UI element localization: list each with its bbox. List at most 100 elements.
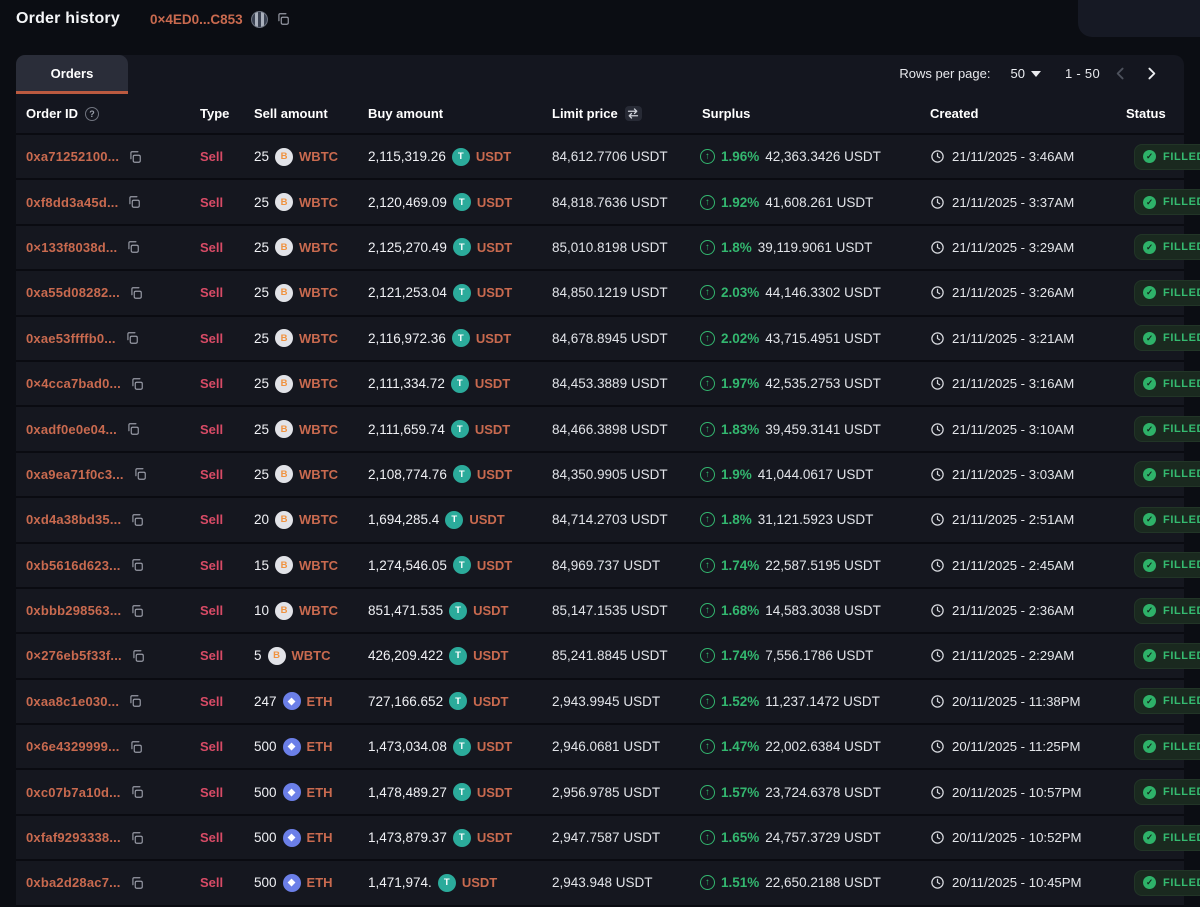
buy-token-symbol[interactable]: USDT bbox=[477, 739, 512, 754]
buy-token-symbol[interactable]: USDT bbox=[477, 240, 512, 255]
copy-order-id-button[interactable] bbox=[130, 558, 144, 572]
order-id-link[interactable]: 0xadf0e0e04... bbox=[26, 422, 117, 437]
copy-order-id-button[interactable] bbox=[130, 876, 144, 890]
copy-order-id-button[interactable] bbox=[126, 240, 140, 254]
buy-value: 1,694,285.4 bbox=[368, 512, 439, 527]
copy-order-id-button[interactable] bbox=[130, 513, 144, 527]
order-id-link[interactable]: 0×276eb5f33f... bbox=[26, 648, 122, 663]
copy-address-button[interactable] bbox=[276, 12, 290, 26]
sell-token-symbol[interactable]: WBTC bbox=[299, 376, 338, 391]
sell-token-symbol[interactable]: WBTC bbox=[299, 512, 338, 527]
sell-token-symbol[interactable]: ETH bbox=[307, 739, 333, 754]
sell-token-symbol[interactable]: WBTC bbox=[299, 195, 338, 210]
buy-token-symbol[interactable]: USDT bbox=[477, 285, 512, 300]
sell-token-icon-wbtc: B bbox=[268, 647, 286, 665]
buy-token-symbol[interactable]: USDT bbox=[475, 376, 510, 391]
clock-icon bbox=[930, 739, 945, 754]
buy-token-symbol[interactable]: USDT bbox=[477, 830, 512, 845]
copy-order-id-button[interactable] bbox=[128, 694, 142, 708]
buy-token-symbol[interactable]: USDT bbox=[469, 512, 504, 527]
order-id-link[interactable]: 0xae53ffffb0... bbox=[26, 331, 116, 346]
owner-address-link[interactable]: 0×4ED0...C853 bbox=[150, 12, 243, 27]
surplus-value: 11,237.1472 USDT bbox=[765, 694, 880, 709]
copy-order-id-button[interactable] bbox=[127, 195, 141, 209]
copy-order-id-button[interactable] bbox=[126, 422, 140, 436]
copy-order-id-button[interactable] bbox=[130, 377, 144, 391]
limit-price: 85,241.8845 USDT bbox=[552, 648, 668, 663]
buy-token-symbol[interactable]: USDT bbox=[473, 694, 508, 709]
sell-token-symbol[interactable]: WBTC bbox=[299, 558, 338, 573]
order-id-link[interactable]: 0×4cca7bad0... bbox=[26, 376, 121, 391]
order-id-link[interactable]: 0xba2d28ac7... bbox=[26, 875, 121, 890]
help-icon[interactable] bbox=[85, 107, 99, 121]
buy-token-symbol[interactable]: USDT bbox=[462, 875, 497, 890]
copy-icon bbox=[130, 513, 144, 527]
buy-token-symbol[interactable]: USDT bbox=[475, 422, 510, 437]
buy-token-symbol[interactable]: USDT bbox=[476, 331, 511, 346]
copy-icon bbox=[130, 876, 144, 890]
order-id-link[interactable]: 0×6e4329999... bbox=[26, 739, 120, 754]
surplus-up-icon bbox=[700, 285, 715, 300]
order-id-link[interactable]: 0xaa8c1e030... bbox=[26, 694, 119, 709]
sell-token-symbol[interactable]: WBTC bbox=[299, 422, 338, 437]
sell-token-symbol[interactable]: WBTC bbox=[299, 331, 338, 346]
rows-per-page-select[interactable]: 50 bbox=[1004, 65, 1046, 82]
sell-token-icon-eth: ◆ bbox=[283, 738, 301, 756]
buy-token-symbol[interactable]: USDT bbox=[473, 603, 508, 618]
order-type: Sell bbox=[200, 648, 223, 663]
tab-orders[interactable]: Orders bbox=[16, 55, 128, 92]
copy-order-id-button[interactable] bbox=[125, 331, 139, 345]
order-id-link[interactable]: 0xc07b7a10d... bbox=[26, 785, 121, 800]
copy-order-id-button[interactable] bbox=[130, 785, 144, 799]
copy-order-id-button[interactable] bbox=[131, 649, 145, 663]
order-id-link[interactable]: 0xa9ea71f0c3... bbox=[26, 467, 124, 482]
buy-token-symbol[interactable]: USDT bbox=[477, 195, 512, 210]
buy-token-icon-usdt: T bbox=[438, 874, 456, 892]
buy-token-symbol[interactable]: USDT bbox=[477, 467, 512, 482]
sell-token-symbol[interactable]: ETH bbox=[307, 830, 333, 845]
copy-order-id-button[interactable] bbox=[130, 604, 144, 618]
buy-token-symbol[interactable]: USDT bbox=[477, 785, 512, 800]
buy-value: 727,166.652 bbox=[368, 694, 443, 709]
table-row: 0×4cca7bad0... Sell 25 B WBTC 2,111,334.… bbox=[16, 362, 1184, 407]
order-id-link[interactable]: 0xd4a38bd35... bbox=[26, 512, 121, 527]
sell-token-symbol[interactable]: WBTC bbox=[299, 285, 338, 300]
order-id-link[interactable]: 0xbbb298563... bbox=[26, 603, 121, 618]
prev-page-button[interactable] bbox=[1110, 63, 1131, 84]
tab-strip: Orders Rows per page: 50 1 - 50 bbox=[16, 55, 1184, 92]
sell-token-symbol[interactable]: ETH bbox=[307, 875, 333, 890]
sell-token-symbol[interactable]: WBTC bbox=[299, 149, 338, 164]
sell-token-symbol[interactable]: WBTC bbox=[299, 240, 338, 255]
sell-token-symbol[interactable]: ETH bbox=[307, 694, 333, 709]
sell-token-symbol[interactable]: WBTC bbox=[292, 648, 331, 663]
sell-token-symbol[interactable]: WBTC bbox=[299, 603, 338, 618]
copy-order-id-button[interactable] bbox=[128, 150, 142, 164]
surplus-percent: 2.03% bbox=[721, 285, 759, 300]
order-id-link[interactable]: 0xa71252100... bbox=[26, 149, 119, 164]
copy-order-id-button[interactable] bbox=[129, 740, 143, 754]
buy-value: 1,471,974. bbox=[368, 875, 432, 890]
order-id-link[interactable]: 0×133f8038d... bbox=[26, 240, 117, 255]
buy-token-symbol[interactable]: USDT bbox=[473, 648, 508, 663]
sell-token-symbol[interactable]: WBTC bbox=[299, 467, 338, 482]
copy-order-id-button[interactable] bbox=[133, 467, 147, 481]
table-row: 0xa55d08282... Sell 25 B WBTC 2,121,253.… bbox=[16, 271, 1184, 316]
order-id-link[interactable]: 0xa55d08282... bbox=[26, 285, 120, 300]
order-id-link[interactable]: 0xfaf9293338... bbox=[26, 830, 121, 845]
next-page-button[interactable] bbox=[1141, 63, 1162, 84]
order-type: Sell bbox=[200, 603, 223, 618]
col-type: Type bbox=[200, 106, 229, 121]
copy-order-id-button[interactable] bbox=[130, 831, 144, 845]
buy-token-symbol[interactable]: USDT bbox=[476, 149, 511, 164]
order-id-link[interactable]: 0xb5616d623... bbox=[26, 558, 121, 573]
status-label: FILLED bbox=[1163, 832, 1200, 844]
sell-token-symbol[interactable]: ETH bbox=[307, 785, 333, 800]
buy-token-symbol[interactable]: USDT bbox=[477, 558, 512, 573]
surplus-value: 39,459.3141 USDT bbox=[765, 422, 881, 437]
clock-icon bbox=[930, 422, 945, 437]
swap-arrows-icon[interactable] bbox=[625, 106, 642, 121]
copy-order-id-button[interactable] bbox=[129, 286, 143, 300]
table-body: 0xa71252100... Sell 25 B WBTC 2,115,319.… bbox=[16, 135, 1184, 907]
order-id-link[interactable]: 0xf8dd3a45d... bbox=[26, 195, 118, 210]
clock-icon bbox=[930, 331, 945, 346]
